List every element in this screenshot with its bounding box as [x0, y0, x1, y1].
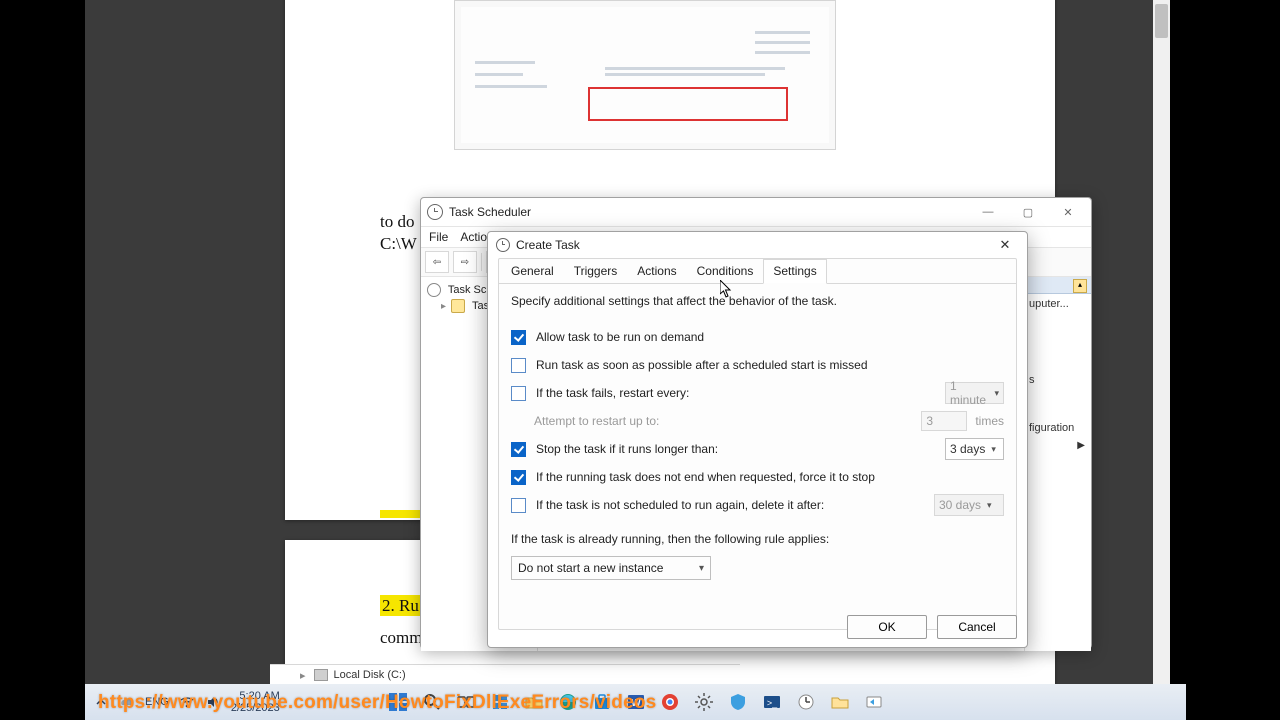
doc-text-todo: to do	[380, 212, 414, 232]
settings-panel: Specify additional settings that affect …	[499, 284, 1016, 630]
if-fails-checkbox[interactable]	[511, 386, 526, 401]
row-run-after-missed: Run task as soon as possible after a sch…	[511, 354, 1004, 376]
security-icon[interactable]	[725, 689, 751, 715]
create-task-tabs: General Triggers Actions Conditions Sett…	[499, 259, 1016, 284]
doc-text-comm: comm	[380, 628, 423, 648]
run-after-missed-label: Run task as soon as possible after a sch…	[536, 358, 1004, 372]
delete-after-combo: 30 days▾	[934, 494, 1004, 516]
stop-if-longer-label: Stop the task if it runs longer than:	[536, 442, 945, 456]
ok-button[interactable]: OK	[847, 615, 927, 639]
create-task-body: General Triggers Actions Conditions Sett…	[498, 258, 1017, 630]
run-after-missed-checkbox[interactable]	[511, 358, 526, 373]
menu-file[interactable]: File	[429, 230, 448, 244]
task-scheduler-title: Task Scheduler	[449, 205, 975, 219]
powershell-icon[interactable]: >_	[759, 689, 785, 715]
force-stop-label: If the running task does not end when re…	[536, 470, 1004, 484]
clock-icon	[427, 283, 441, 297]
run-icon[interactable]	[861, 689, 887, 715]
already-running-label: If the task is already running, then the…	[511, 532, 1004, 546]
row-stop-if-longer: Stop the task if it runs longer than: 3 …	[511, 438, 1004, 460]
nav-forward-button[interactable]: ⇨	[453, 251, 477, 273]
row-force-stop: If the running task does not end when re…	[511, 466, 1004, 488]
action-item[interactable]: s	[1025, 370, 1091, 390]
expand-arrow-icon[interactable]: ▶	[1025, 438, 1091, 453]
doc-text-step2: 2. Ru	[380, 596, 421, 616]
overlay-url: https://www.youtube.com/user/HowtoFixDll…	[98, 692, 656, 714]
collapse-icon[interactable]: ▴	[1073, 279, 1087, 293]
minimize-button[interactable]: —	[975, 203, 1001, 221]
cursor-icon	[720, 280, 732, 298]
clock-icon	[427, 204, 443, 220]
stop-if-longer-checkbox[interactable]	[511, 442, 526, 457]
stop-duration-combo[interactable]: 3 days▾	[945, 438, 1004, 460]
restart-interval-combo: 1 minute▾	[945, 382, 1004, 404]
row-if-fails: If the task fails, restart every: 1 minu…	[511, 382, 1004, 404]
folder-icon[interactable]	[827, 689, 853, 715]
tab-general[interactable]: General	[501, 259, 564, 283]
create-task-titlebar[interactable]: Create Task ✕	[488, 232, 1027, 258]
action-item[interactable]: figuration	[1025, 418, 1091, 438]
settings-icon[interactable]	[691, 689, 717, 715]
row-already-running: If the task is already running, then the…	[511, 528, 1004, 550]
doc-text-path: C:\W	[380, 234, 417, 254]
running-rule-combo[interactable]: Do not start a new instance ▾	[511, 556, 711, 580]
attempt-label: Attempt to restart up to:	[534, 414, 921, 428]
attempt-times-label: times	[975, 414, 1004, 428]
tab-settings[interactable]: Settings	[763, 259, 826, 284]
delete-if-not-checkbox[interactable]	[511, 498, 526, 513]
action-item[interactable]: uputer...	[1025, 294, 1091, 314]
allow-on-demand-checkbox[interactable]	[511, 330, 526, 345]
drive-label: Local Disk (C:)	[334, 669, 406, 681]
red-highlight-box	[588, 87, 788, 121]
actions-header[interactable]: ▴	[1025, 277, 1091, 294]
allow-on-demand-label: Allow task to be run on demand	[536, 330, 1004, 344]
row-allow-on-demand: Allow task to be run on demand	[511, 326, 1004, 348]
task-scheduler-titlebar[interactable]: Task Scheduler — ▢ ✕	[421, 198, 1091, 227]
clock-icon	[496, 238, 510, 252]
screen: to do C:\W 2. Ru comm ▸ Local Disk (C:) …	[0, 0, 1280, 720]
svg-text:>_: >_	[766, 698, 777, 708]
task-scheduler-icon[interactable]	[793, 689, 819, 715]
folder-icon	[451, 299, 465, 313]
create-task-dialog: Create Task ✕ General Triggers Actions C…	[487, 231, 1028, 648]
drive-icon	[314, 669, 328, 681]
close-button[interactable]: ✕	[1055, 203, 1081, 221]
task-scheduler-actions-panel: ▴ uputer... s figuration ▶	[1024, 277, 1091, 651]
embedded-screenshot	[454, 0, 836, 150]
dialog-button-bar: OK Cancel	[847, 615, 1017, 639]
doc-scroll-thumb[interactable]	[1155, 4, 1168, 38]
menu-action[interactable]: Actio	[460, 230, 487, 244]
doc-scrollbar[interactable]	[1153, 0, 1170, 684]
row-delete-if-not: If the task is not scheduled to run agai…	[511, 494, 1004, 516]
tab-triggers[interactable]: Triggers	[564, 259, 628, 283]
tab-actions[interactable]: Actions	[627, 259, 686, 283]
if-fails-label: If the task fails, restart every:	[536, 386, 945, 400]
maximize-button[interactable]: ▢	[1015, 203, 1041, 221]
force-stop-checkbox[interactable]	[511, 470, 526, 485]
file-explorer-peek[interactable]: ▸ Local Disk (C:)	[270, 664, 740, 685]
chevron-down-icon: ▾	[699, 563, 704, 574]
close-button[interactable]: ✕	[991, 235, 1019, 255]
settings-description: Specify additional settings that affect …	[511, 294, 1004, 308]
attempt-count-spinner: 3	[921, 411, 967, 431]
create-task-title: Create Task	[516, 238, 991, 252]
row-attempt: Attempt to restart up to: 3 times	[511, 410, 1004, 432]
nav-back-button[interactable]: ⇦	[425, 251, 449, 273]
cancel-button[interactable]: Cancel	[937, 615, 1017, 639]
chrome-icon[interactable]	[657, 689, 683, 715]
